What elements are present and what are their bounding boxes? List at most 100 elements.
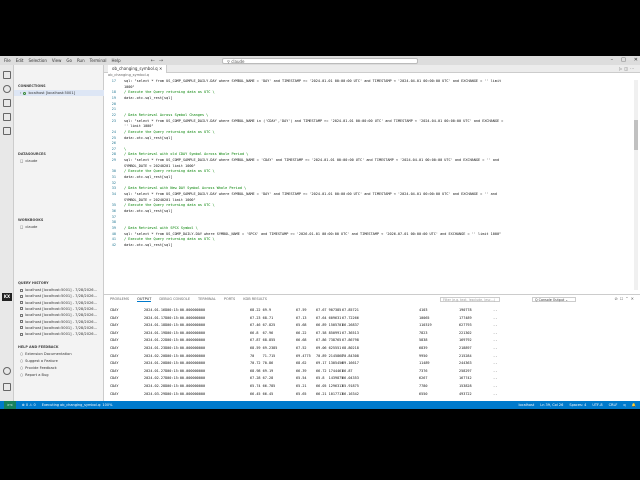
menu-item-file[interactable]: File [4,58,11,63]
code-line[interactable]: \ [124,147,126,151]
close-icon[interactable]: ✕ [634,56,638,65]
code-line[interactable]: / Execute the Query returning data as UT… [124,169,215,173]
more-icon[interactable]: ⋯ [630,66,636,71]
close-panel-icon[interactable]: ✕ [631,296,636,301]
lightbulb-icon: ○ [20,359,24,363]
output-cell: 67.85721 [342,308,359,312]
code-line[interactable]: sql: "select * from US_COMP_DAILY.DAY wh… [124,232,501,236]
extensions-icon[interactable] [3,127,11,135]
status-right-item[interactable]: q [623,401,625,409]
code-line[interactable]: 1000" [124,85,135,89]
menu-item-selection[interactable]: Selection [28,58,46,63]
tab-kdb-results[interactable]: KDB RESULTS [243,297,267,302]
history-item[interactable]: localhost [localhost:5001] - 7/28/2026..… [20,301,97,305]
code-line[interactable]: / Execute the Query returning data as UT… [124,90,215,94]
history-item[interactable]: localhost [localhost:5001] - 7/28/2026..… [20,307,97,311]
code-line[interactable]: '' limit 1000" [124,124,154,128]
code-line[interactable]: sql: "select * from US_COMP_SAMPLE_DAILY… [124,79,501,83]
close-icon[interactable]: ✕ [159,66,162,71]
code-line[interactable]: SYMBOL_DATE > 20240201 limit 1000" [124,198,196,202]
status-bar: >< ⊗ 0 ⚠ 0 Executing ob_changing_symbol.q… [0,401,640,409]
forward-arrow-icon[interactable]: → [159,58,163,64]
code-line[interactable]: / Data Retrieval with New DAY Symbol Acr… [124,186,246,190]
remote-icon[interactable]: >< [4,401,16,409]
account-icon[interactable] [3,367,11,375]
code-line[interactable]: SYMBOL_DATE < 20240201 limit 1000" [124,164,196,168]
query-history-header[interactable]: QUERY HISTORY [18,281,49,285]
workbook-item[interactable]: □ claude [20,225,37,229]
tab-debug-console[interactable]: DEBUG CONSOLE [159,297,190,302]
datasource-item[interactable]: □ claude [20,159,37,163]
history-item[interactable]: localhost [localhost:5001] - 7/28/2026..… [20,288,97,292]
code-line[interactable]: sql: "select * from US_COMP_SAMPLE_DAILY… [124,158,499,162]
code-line[interactable]: data:.otc.sql_rest[sql] [124,209,172,213]
code-line[interactable]: sql: "select * from US_COMP_SAMPLE_DAILY… [124,119,503,123]
code-line[interactable]: sql: "select * from US_COMP_SAMPLE_DAILY… [124,192,497,196]
command-center-search[interactable]: ⚲ claude [222,57,418,64]
menu-item-terminal[interactable]: Terminal [90,58,107,63]
code-line[interactable]: data:.otc.sql_rest[sql] [124,175,172,179]
connection-item[interactable]: › localhost [localhost:5001] [20,91,75,95]
workbooks-header[interactable]: WORKBOOKS [18,218,43,222]
status-right-item[interactable]: localhost [519,401,535,409]
activity-bar: KX [0,65,14,401]
status-right-item[interactable]: CRLF [609,401,618,409]
help-header[interactable]: HELP AND FEEDBACK [18,345,59,349]
code-line[interactable]: data:.otc.sql_rest[sql] [124,136,172,140]
menu-item-go[interactable]: Go [66,58,72,63]
minimize-icon[interactable]: – [611,56,614,65]
tab-output[interactable]: OUTPUT [137,297,152,302]
tab-ports[interactable]: PORTS [224,297,235,302]
history-item[interactable]: localhost [localhost:5001] - 7/28/2026..… [20,320,97,324]
menu-item-edit[interactable]: Edit [16,58,24,63]
history-item[interactable]: localhost [localhost:5001] - 7/28/2026..… [20,326,97,330]
breadcrumb[interactable]: ob_changing_symbol.q [108,73,149,77]
code-line[interactable]: / Execute the Query returning data as UT… [124,237,215,241]
status-left-item[interactable]: Executing ob_changing_symbol.q: 100% [42,401,113,409]
status-right-item[interactable]: Ln 39, Col 26 [540,401,563,409]
code-line[interactable]: / Data Retrieval with SPCX Symbol \ [124,226,198,230]
tab-ob-changing-symbol[interactable]: ob_changing_symbol.q ✕ [108,65,168,73]
maximize-icon[interactable]: □ [621,56,626,65]
search-icon[interactable] [3,85,11,93]
help-item[interactable]: ○ Extension Documentation [20,352,72,356]
output-cell: 2024.01.16D00:15:00.000000000 [144,308,206,312]
datasources-header[interactable]: DATASOURCES [18,152,46,156]
status-left-item[interactable]: ⊗ 0 ⚠ 0 [22,401,36,409]
connections-header[interactable]: CONNECTIONS [18,84,46,88]
help-item[interactable]: ○ Report a Bug [20,373,49,377]
kx-logo-icon[interactable]: KX [2,293,12,301]
history-item[interactable]: localhost [localhost:5001] - 7/28/2026..… [20,313,97,317]
source-control-icon[interactable] [3,99,11,107]
tab-problems[interactable]: PROBLEMS [110,297,129,302]
menu-item-run[interactable]: Run [77,58,85,63]
code-line[interactable]: / Execute the Query returning data as UT… [124,203,215,207]
output-channel-select[interactable]: Q Console Output ⌄ [532,296,576,302]
code-line[interactable]: / Data Retrieval with old CDAY Symbol Ac… [124,152,248,156]
code-line[interactable]: data:.otc.sql_rest[sql] [124,243,172,247]
tab-terminal[interactable]: TERMINAL [198,297,216,302]
editor-tabs: ob_changing_symbol.q ✕ ▷◫⋯ [104,65,640,73]
code-editor[interactable]: 17 sql: "select * from US_COMP_SAMPLE_DAI… [104,78,640,294]
status-right-item[interactable]: 🔔 [632,401,636,409]
run-debug-icon[interactable] [3,113,11,121]
code-line[interactable]: / Data Retrieval Across Symbol Changes \ [124,113,208,117]
status-right-item[interactable]: UTF-8 [592,401,602,409]
menu-item-help[interactable]: Help [112,58,121,63]
gear-icon[interactable] [3,383,11,391]
output-cell: .. [493,308,498,312]
menu-item-view[interactable]: View [52,58,62,63]
history-item[interactable]: localhost [localhost:5001] - 7/28/2026..… [20,294,97,298]
explorer-icon[interactable] [3,71,11,79]
back-arrow-icon[interactable]: ← [151,58,155,64]
output-filter-input[interactable]: Filter (e.g. text, !exclude, \esc...) [440,296,500,302]
history-item[interactable]: localhost [localhost:5001] - 7/28/2026..… [20,332,97,336]
output-cell: 7376 [419,368,428,373]
status-right-item[interactable]: Spaces: 4 [569,401,586,409]
code-line[interactable]: / Execute the Query returning data as UT… [124,130,215,134]
help-item[interactable]: ○ Provide Feedback [20,366,57,370]
code-line[interactable]: data:.otc.sql_rest[sql] [124,96,172,100]
help-item[interactable]: ○ Suggest a Feature [20,359,58,363]
editor-scrollbar[interactable] [634,80,638,290]
scrollbar-thumb[interactable] [634,120,638,150]
